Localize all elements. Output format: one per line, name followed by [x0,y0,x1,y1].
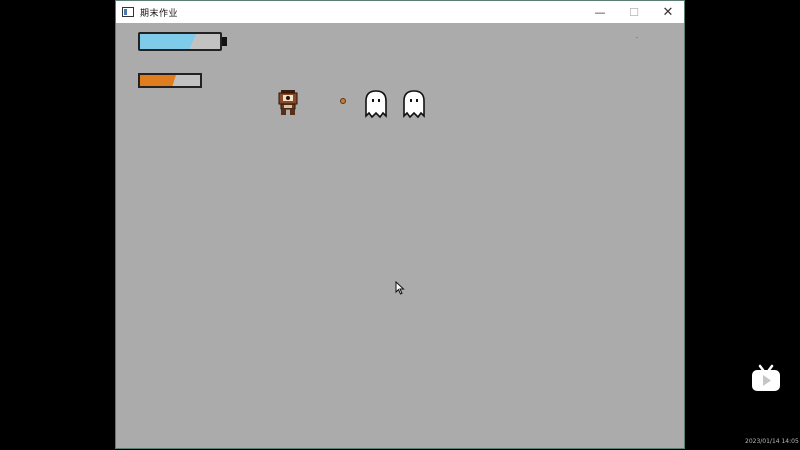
ghost-enemy-icon [403,90,425,119]
video-frame: 期末作业 — ☐ ✕ 2023/01/14 14:05 [0,0,800,450]
health-bar-frame [138,32,222,51]
health-bar [138,32,227,53]
mouse-cursor-icon [395,281,405,295]
app-icon [122,7,134,17]
energy-bar-fill [140,75,176,86]
window-title: 期末作业 [140,7,179,18]
energy-bar [138,73,202,88]
bilibili-play-icon [752,364,780,391]
video-timestamp: 2023/01/14 14:05 [745,438,799,445]
battery-tip [222,37,227,46]
bullet-sprite [340,98,346,104]
maximize-button[interactable]: ☐ [617,1,651,23]
stray-pixel [636,37,638,38]
player-robot-icon [278,90,298,115]
close-button[interactable]: ✕ [651,1,684,23]
health-bar-fill [140,34,196,49]
minimize-button[interactable]: — [583,1,617,23]
ghost-enemy-icon [365,90,387,119]
title-bar[interactable]: 期末作业 — ☐ ✕ [116,1,684,23]
game-window: 期末作业 — ☐ ✕ [115,0,685,449]
